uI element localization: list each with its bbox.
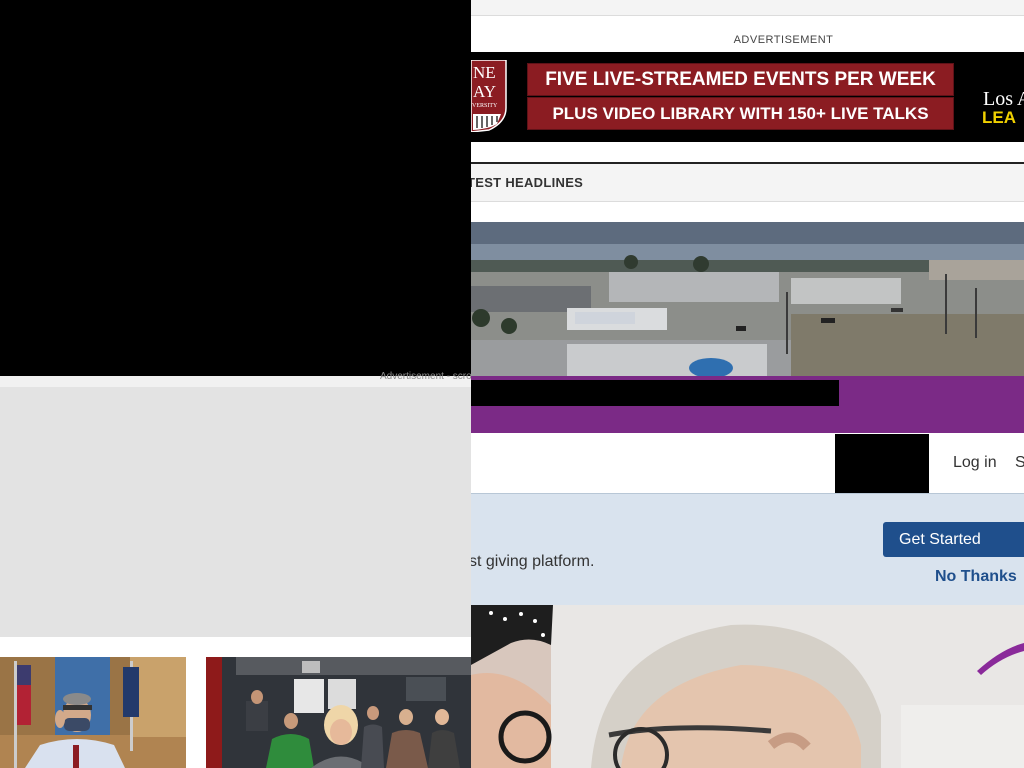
- right-browser-window: ADVERTISEMENT NE AY VERSITY FIVE LIVE-ST…: [471, 0, 1024, 768]
- shield-text-1: NE: [473, 63, 496, 82]
- aerial-town-photo[interactable]: [471, 222, 1024, 376]
- advertisement-label: ADVERTISEMENT: [733, 34, 834, 46]
- ad-cta-learn[interactable]: LEA: [982, 108, 1016, 128]
- shield-text-3: VERSITY: [472, 103, 498, 109]
- site-nav-bar: [471, 433, 1024, 494]
- advertisement-slot[interactable]: [0, 387, 471, 637]
- latest-headlines-label[interactable]: TEST HEADLINES: [471, 175, 583, 190]
- promo-description: st giving platform.: [471, 553, 595, 570]
- login-link[interactable]: Log in: [953, 454, 997, 472]
- get-started-button[interactable]: Get Started: [883, 522, 1024, 557]
- council-member-photo: [0, 657, 186, 768]
- thumbnail-restaurant-crowd[interactable]: [206, 657, 471, 768]
- advertisement-caption: Advertisement - scro: [380, 371, 471, 382]
- top-nav-strip: [471, 0, 1024, 16]
- left-browser-window: Advertisement - scro: [0, 0, 471, 768]
- nav-dark-button[interactable]: [835, 434, 929, 493]
- restaurant-crowd-photo: [206, 657, 471, 768]
- video-player[interactable]: [0, 0, 471, 376]
- redacted-text-bar: [471, 380, 839, 406]
- ad-headline-line1: FIVE LIVE-STREAMED EVENTS PER WEEK: [527, 63, 954, 96]
- university-shield-logo: NE AY VERSITY: [471, 60, 507, 132]
- signup-link[interactable]: S: [1015, 454, 1024, 472]
- thumbnail-council-member[interactable]: [0, 657, 186, 768]
- shield-text-2: AY: [473, 82, 496, 101]
- no-thanks-link[interactable]: No Thanks: [935, 568, 1017, 586]
- hero-photo-two-women: [471, 605, 1024, 768]
- ad-headline-line2: PLUS VIDEO LIBRARY WITH 150+ LIVE TALKS: [527, 97, 954, 130]
